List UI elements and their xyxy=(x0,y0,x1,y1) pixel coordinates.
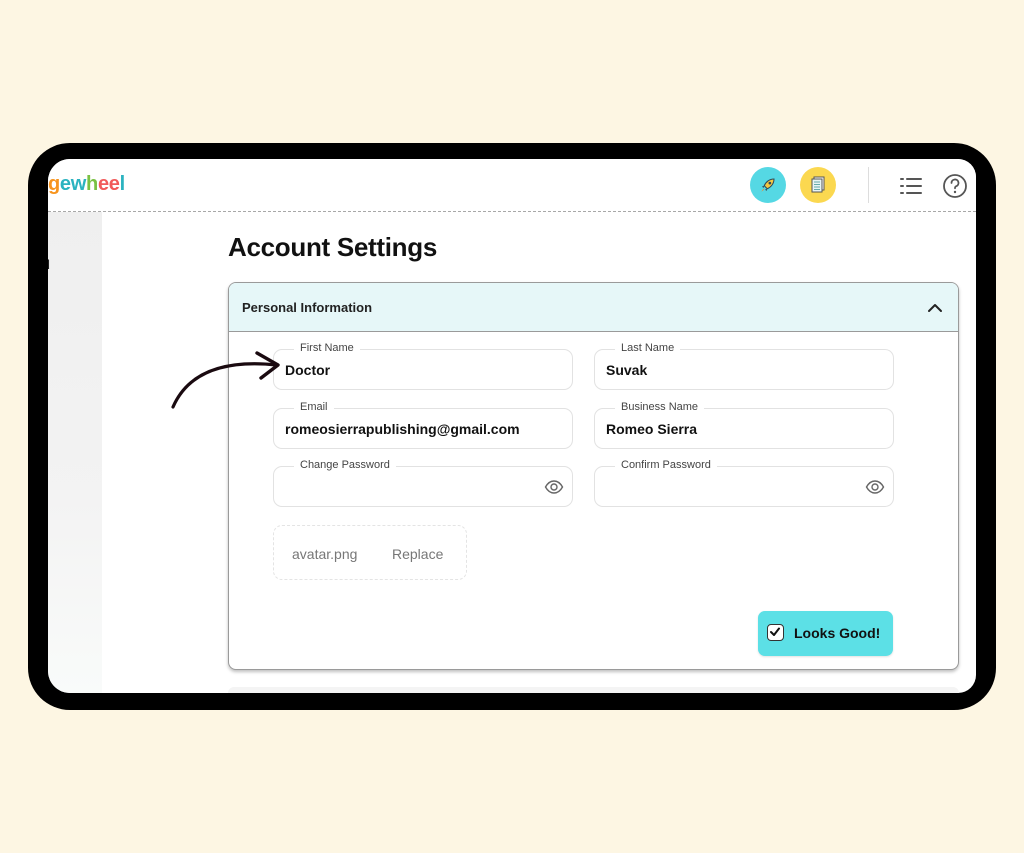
section-title: Personal Information xyxy=(242,300,373,315)
rocket-icon xyxy=(761,178,775,192)
checkbox-checked-icon xyxy=(767,624,784,641)
show-confirm-password-eye-icon[interactable] xyxy=(865,477,885,497)
business-name-input[interactable] xyxy=(606,421,866,437)
help-button[interactable] xyxy=(942,173,968,199)
email-label: Email xyxy=(294,401,334,413)
email-input[interactable] xyxy=(285,421,545,437)
page-title: Account Settings xyxy=(228,232,437,262)
personal-information-card: Personal Information First Name Last Nam… xyxy=(228,282,959,670)
last-name-label: Last Name xyxy=(615,342,681,354)
first-name-input[interactable] xyxy=(285,362,545,378)
list-icon xyxy=(900,178,922,194)
looks-good-button[interactable]: Looks Good! xyxy=(758,611,893,656)
email-field[interactable]: Email xyxy=(273,401,573,449)
first-name-field[interactable]: First Name xyxy=(273,342,573,390)
change-password-input[interactable] xyxy=(285,479,545,495)
confirm-password-label: Confirm Password xyxy=(615,459,717,471)
document-button[interactable] xyxy=(800,167,836,203)
last-name-input[interactable] xyxy=(606,362,866,378)
logo[interactable]: gewheel xyxy=(48,173,125,196)
looks-good-label: Looks Good! xyxy=(794,625,881,641)
next-section-card xyxy=(228,687,959,693)
sidebar: d cks xyxy=(48,212,102,693)
top-bar: gewheel xyxy=(48,159,976,212)
business-name-field[interactable]: Business Name xyxy=(594,401,894,449)
business-name-label: Business Name xyxy=(615,401,705,413)
last-name-field[interactable]: Last Name xyxy=(594,342,894,390)
confirm-password-input[interactable] xyxy=(606,479,866,495)
toolbar-divider xyxy=(868,167,869,203)
document-icon xyxy=(811,176,825,193)
list-menu-button[interactable] xyxy=(898,173,924,199)
app-screen: gewheel Account Settings Personal Inform… xyxy=(48,159,976,693)
personal-information-header[interactable]: Personal Information xyxy=(229,283,958,332)
sidebar-item-1[interactable]: d xyxy=(48,257,50,272)
show-password-eye-icon[interactable] xyxy=(544,477,564,497)
avatar-upload: avatar.png Replace xyxy=(273,525,467,580)
confirm-password-field[interactable]: Confirm Password xyxy=(594,459,894,507)
avatar-filename: avatar.png xyxy=(292,546,358,562)
change-password-label: Change Password xyxy=(294,459,396,471)
rocket-button[interactable] xyxy=(750,167,786,203)
chevron-up-icon[interactable] xyxy=(926,299,944,317)
replace-avatar-button[interactable]: Replace xyxy=(392,546,443,562)
help-icon xyxy=(943,174,967,198)
first-name-label: First Name xyxy=(294,342,360,354)
change-password-field[interactable]: Change Password xyxy=(273,459,573,507)
